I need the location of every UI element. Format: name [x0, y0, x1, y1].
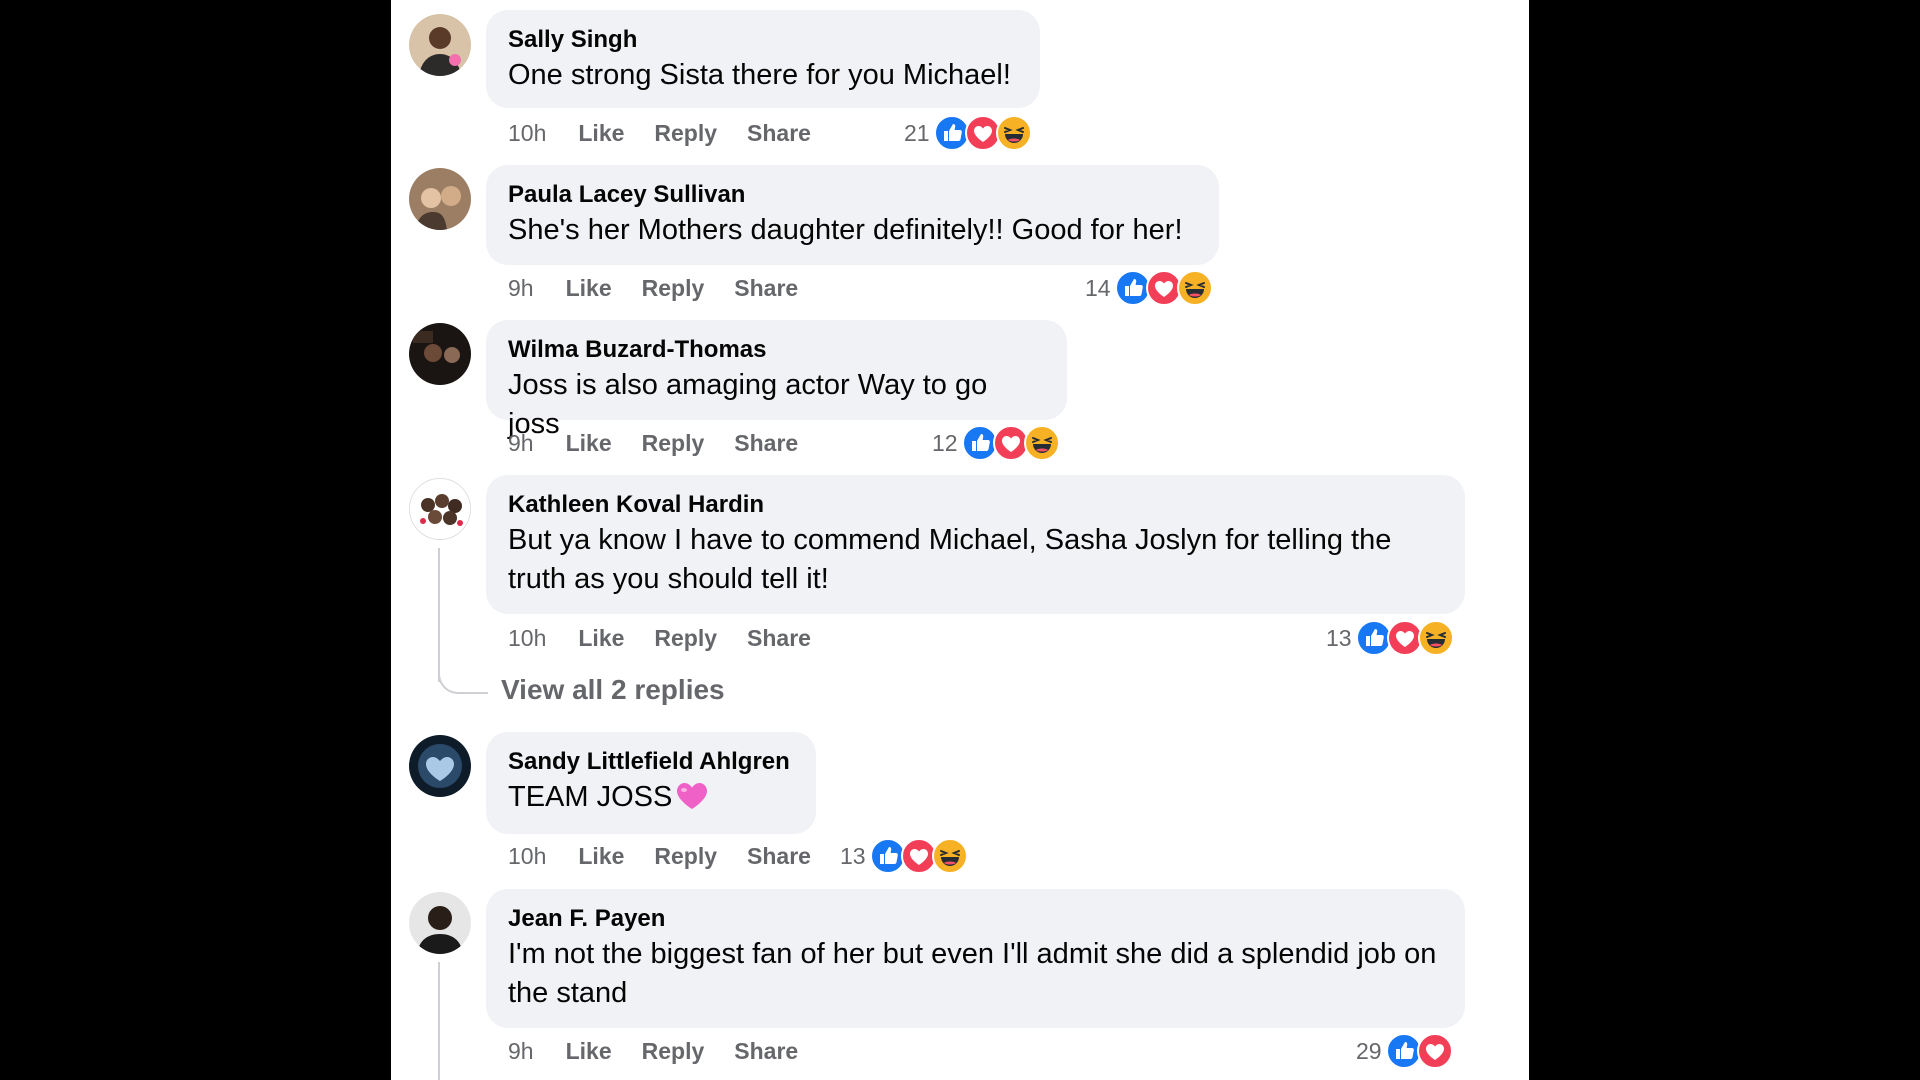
- share-button[interactable]: Share: [734, 1038, 798, 1065]
- avatar[interactable]: [409, 323, 471, 385]
- haha-reaction-icon: [932, 838, 968, 874]
- comment-actions: 9h Like Reply Share: [508, 272, 828, 304]
- haha-reaction-icon: [1024, 425, 1060, 461]
- reply-button[interactable]: Reply: [654, 843, 717, 870]
- avatar[interactable]: [409, 168, 471, 230]
- reactions-count: 14: [1085, 274, 1111, 301]
- like-button[interactable]: Like: [578, 120, 624, 147]
- avatar[interactable]: [409, 478, 471, 540]
- comment-author[interactable]: Jean F. Payen: [508, 905, 1443, 933]
- comment-author[interactable]: Sandy Littlefield Ahlgren: [508, 748, 794, 776]
- comment-text: One strong Sista there for you Michael!: [508, 59, 1011, 91]
- reactions-count: 21: [904, 119, 930, 146]
- like-button[interactable]: Like: [578, 625, 624, 652]
- like-button[interactable]: Like: [578, 843, 624, 870]
- avatar[interactable]: [409, 14, 471, 76]
- reactions-count: 12: [932, 429, 958, 456]
- thread-line: [438, 548, 440, 682]
- comment-actions: 10h Like Reply Share: [508, 117, 841, 149]
- reactions-summary[interactable]: 14: [1085, 270, 1213, 306]
- share-button[interactable]: Share: [734, 275, 798, 302]
- reactions-count: 29: [1356, 1037, 1382, 1064]
- comment-author[interactable]: Wilma Buzard-Thomas: [508, 336, 1045, 364]
- comment-bubble: Sandy Littlefield Ahlgren TEAM JOSS: [486, 732, 816, 834]
- like-button[interactable]: Like: [566, 430, 612, 457]
- reply-button[interactable]: Reply: [642, 1038, 705, 1065]
- thread-line: [438, 962, 440, 1080]
- comment-author[interactable]: Sally Singh: [508, 26, 1018, 54]
- view-replies-link[interactable]: View all 2 replies: [501, 674, 725, 706]
- reactions-summary[interactable]: 13: [1326, 620, 1454, 656]
- reactions-summary[interactable]: 12: [932, 425, 1060, 461]
- reactions-count: 13: [840, 842, 866, 869]
- comment-bubble: Sally Singh One strong Sista there for y…: [486, 10, 1040, 108]
- reactions-summary[interactable]: 13: [840, 838, 968, 874]
- avatar-image-icon: [409, 735, 471, 797]
- reply-button[interactable]: Reply: [642, 430, 705, 457]
- reactions-summary[interactable]: 29: [1356, 1033, 1453, 1069]
- avatar[interactable]: [409, 735, 471, 797]
- comment-bubble: Jean F. Payen I'm not the biggest fan of…: [486, 889, 1465, 1028]
- comment-bubble: Kathleen Koval Hardin But ya know I have…: [486, 475, 1465, 614]
- haha-reaction-icon: [996, 115, 1032, 151]
- comment-bubble: Wilma Buzard-Thomas Joss is also amaging…: [486, 320, 1067, 440]
- avatar-image-icon: [410, 479, 470, 539]
- reply-button[interactable]: Reply: [654, 120, 717, 147]
- comment-text: She's her Mothers daughter definitely!! …: [508, 214, 1183, 246]
- reply-button[interactable]: Reply: [654, 625, 717, 652]
- comment-timestamp[interactable]: 9h: [508, 275, 534, 302]
- avatar-image-icon: [409, 892, 471, 954]
- comment-bubble: Paula Lacey Sullivan She's her Mothers d…: [486, 165, 1219, 265]
- like-button[interactable]: Like: [566, 275, 612, 302]
- reactions-count: 13: [1326, 624, 1352, 651]
- comment-actions: 10h Like Reply Share: [508, 840, 841, 872]
- comment-text: TEAM JOSS: [508, 778, 794, 817]
- reactions-summary[interactable]: 21: [904, 115, 1032, 151]
- avatar[interactable]: [409, 892, 471, 954]
- comment-text: I'm not the biggest fan of her but even …: [508, 938, 1437, 1009]
- comment-timestamp[interactable]: 9h: [508, 1038, 534, 1065]
- like-button[interactable]: Like: [566, 1038, 612, 1065]
- comment-actions: 10h Like Reply Share: [508, 622, 841, 654]
- comment-actions: 9h Like Reply Share: [508, 1035, 828, 1067]
- comment-timestamp[interactable]: 10h: [508, 120, 546, 147]
- avatar-image-icon: [409, 14, 471, 76]
- share-button[interactable]: Share: [747, 625, 811, 652]
- share-button[interactable]: Share: [747, 120, 811, 147]
- comment-text-content: TEAM JOSS: [508, 781, 673, 813]
- love-reaction-icon: [1417, 1033, 1453, 1069]
- comment-timestamp[interactable]: 10h: [508, 843, 546, 870]
- haha-reaction-icon: [1177, 270, 1213, 306]
- comment-author[interactable]: Paula Lacey Sullivan: [508, 181, 1197, 209]
- avatar-image-icon: [409, 168, 471, 230]
- comment-actions: 9h Like Reply Share: [508, 427, 828, 459]
- comment-timestamp[interactable]: 10h: [508, 625, 546, 652]
- share-button[interactable]: Share: [734, 430, 798, 457]
- haha-reaction-icon: [1418, 620, 1454, 656]
- comment-text: But ya know I have to commend Michael, S…: [508, 524, 1392, 595]
- reply-button[interactable]: Reply: [642, 275, 705, 302]
- pink-heart-icon: [676, 782, 708, 810]
- thread-connector: [438, 670, 488, 694]
- comment-author[interactable]: Kathleen Koval Hardin: [508, 491, 1443, 519]
- comment-timestamp[interactable]: 9h: [508, 430, 534, 457]
- comments-panel: Sally Singh One strong Sista there for y…: [391, 0, 1529, 1080]
- avatar-image-icon: [409, 323, 471, 385]
- share-button[interactable]: Share: [747, 843, 811, 870]
